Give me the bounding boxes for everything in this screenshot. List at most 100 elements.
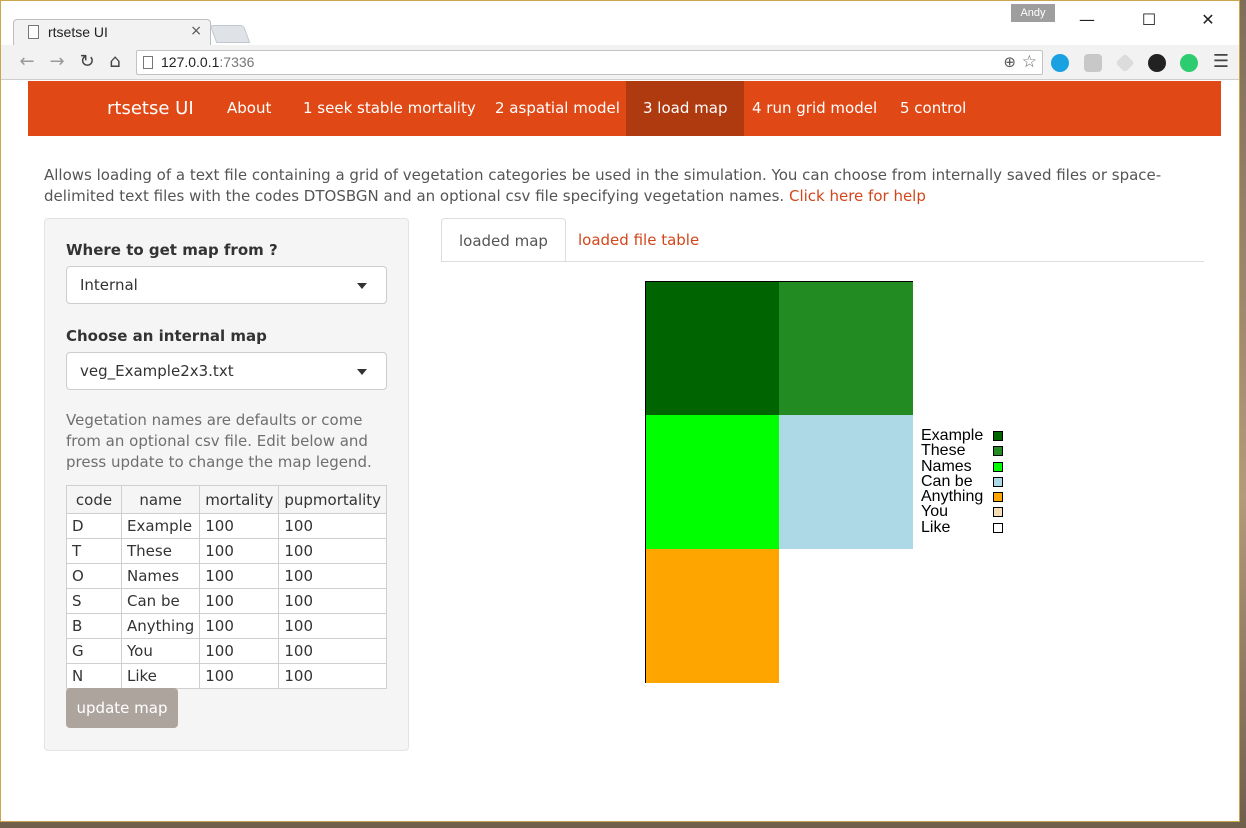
maximize-icon[interactable]: ☐ xyxy=(1129,7,1169,33)
dropbox-extension-icon[interactable] xyxy=(1115,53,1135,73)
table-cell[interactable]: 100 xyxy=(199,563,280,589)
internal-map-select[interactable]: veg_Example2x3.txt xyxy=(66,352,387,390)
legend-label: Can be xyxy=(921,472,973,490)
page-icon xyxy=(28,25,39,39)
profile-badge[interactable]: Andy xyxy=(1011,4,1055,22)
legend-swatch xyxy=(993,492,1003,503)
table-cell[interactable]: 100 xyxy=(199,513,280,539)
table-cell[interactable]: 100 xyxy=(278,563,388,589)
source-select[interactable]: Internal xyxy=(66,266,387,304)
table-cell[interactable]: 100 xyxy=(199,638,280,664)
reload-icon[interactable]: ↻ xyxy=(75,50,99,74)
legend-label: These xyxy=(921,442,966,460)
browser-menu-icon[interactable]: ☰ xyxy=(1213,51,1229,72)
map-cell xyxy=(779,282,913,416)
table-cell[interactable]: You xyxy=(120,638,201,664)
table-cell[interactable]: B xyxy=(66,613,122,639)
column-header: mortality xyxy=(199,485,280,514)
table-cell[interactable]: 100 xyxy=(278,663,388,689)
vegetation-table: code name mortality pupmortality D Exampl… xyxy=(66,485,388,689)
forward-icon[interactable]: → xyxy=(45,50,69,74)
close-tab-icon[interactable]: × xyxy=(190,23,202,39)
image-extension-icon[interactable] xyxy=(1084,54,1102,72)
table-cell[interactable]: 100 xyxy=(278,538,388,564)
map-cell xyxy=(646,415,779,550)
table-row[interactable]: O Names 100 100 xyxy=(66,563,388,589)
table-cell[interactable]: Example xyxy=(120,513,201,539)
table-cell[interactable]: Can be xyxy=(120,588,201,614)
new-tab-button[interactable] xyxy=(209,25,251,43)
table-cell[interactable]: T xyxy=(66,538,122,564)
table-row[interactable]: N Like 100 100 xyxy=(66,663,388,689)
legend-label: Anything xyxy=(921,488,984,506)
home-icon[interactable]: ⌂ xyxy=(103,50,127,74)
legend-swatch xyxy=(993,522,1003,533)
table-row[interactable]: T These 100 100 xyxy=(66,538,388,564)
url-text: 127.0.0.1:7336 xyxy=(161,54,255,70)
table-cell[interactable]: Like xyxy=(120,663,201,689)
column-header: name xyxy=(120,485,201,514)
table-cell[interactable]: N xyxy=(66,663,122,689)
legend-label: Like xyxy=(921,518,951,536)
table-cell[interactable]: S xyxy=(66,588,122,614)
skype-extension-icon[interactable] xyxy=(1051,54,1069,72)
chevron-down-icon xyxy=(357,369,367,375)
table-cell[interactable]: 100 xyxy=(199,588,280,614)
tab-loaded-file-table[interactable]: loaded file table xyxy=(561,218,716,262)
app-navbar: rtsetse UI About 1 seek stable mortality… xyxy=(28,81,1221,136)
update-map-button[interactable]: update map xyxy=(66,688,178,728)
table-row[interactable]: B Anything 100 100 xyxy=(66,613,388,639)
table-row[interactable]: D Example 100 100 xyxy=(66,513,388,539)
back-icon[interactable]: ← xyxy=(15,50,39,74)
minimize-icon[interactable]: — xyxy=(1067,7,1107,33)
table-cell[interactable]: Names xyxy=(120,563,201,589)
table-cell[interactable]: 100 xyxy=(199,538,280,564)
legend-label: Example xyxy=(921,427,984,444)
table-cell[interactable]: 100 xyxy=(278,588,388,614)
address-bar[interactable]: 127.0.0.1:7336 ⊕ ☆ xyxy=(136,50,1043,75)
table-cell[interactable]: 100 xyxy=(199,613,280,639)
nav-run-grid-model[interactable]: 4 run grid model xyxy=(735,81,894,136)
table-cell[interactable]: 100 xyxy=(199,663,280,689)
grammarly-extension-icon[interactable] xyxy=(1180,54,1198,72)
close-window-icon[interactable]: ✕ xyxy=(1188,7,1228,33)
tab-title: rtsetse UI xyxy=(48,24,108,40)
browser-tab[interactable]: rtsetse UI × xyxy=(13,19,211,45)
browser-toolbar: ← → ↻ ⌂ 127.0.0.1:7336 ⊕ ☆ ☰ xyxy=(1,45,1239,80)
source-label: Where to get map from ? xyxy=(66,241,278,259)
nav-seek-stable-mortality[interactable]: 1 seek stable mortality xyxy=(286,81,493,136)
bookmark-star-icon[interactable]: ☆ xyxy=(1022,52,1037,72)
camera-extension-icon[interactable] xyxy=(1148,54,1166,72)
internal-map-label: Choose an internal map xyxy=(66,327,267,345)
legend-label: Names xyxy=(921,457,972,475)
table-cell[interactable]: 100 xyxy=(278,638,388,664)
legend-swatch xyxy=(993,507,1003,518)
table-cell[interactable]: O xyxy=(66,563,122,589)
tab-loaded-map[interactable]: loaded map xyxy=(441,218,566,262)
help-link[interactable]: Click here for help xyxy=(789,187,926,205)
table-row[interactable]: G You 100 100 xyxy=(66,638,388,664)
table-row[interactable]: S Can be 100 100 xyxy=(66,588,388,614)
map-cell xyxy=(646,548,779,683)
table-cell[interactable]: These xyxy=(120,538,201,564)
table-cell[interactable]: G xyxy=(66,638,122,664)
tab-strip: rtsetse UI × Andy — ☐ ✕ xyxy=(1,1,1239,45)
nav-load-map[interactable]: 3 load map xyxy=(626,81,745,136)
table-cell[interactable]: 100 xyxy=(278,513,388,539)
table-cell[interactable]: Anything xyxy=(120,613,201,639)
table-cell[interactable]: D xyxy=(66,513,122,539)
zoom-icon[interactable]: ⊕ xyxy=(1003,53,1016,71)
nav-control[interactable]: 5 control xyxy=(883,81,983,136)
table-cell[interactable]: 100 xyxy=(278,613,388,639)
column-header: code xyxy=(66,485,122,514)
app-brand[interactable]: rtsetse UI xyxy=(107,98,194,119)
map-source-panel: Where to get map from ? Internal Choose … xyxy=(44,218,409,751)
page-info-icon xyxy=(143,56,153,69)
vegetation-map xyxy=(645,281,913,683)
browser-window: rtsetse UI × Andy — ☐ ✕ ← → ↻ ⌂ 127.0.0.… xyxy=(0,0,1240,822)
legend-label: You xyxy=(921,503,948,521)
map-cell xyxy=(779,415,913,550)
nav-about[interactable]: About xyxy=(210,81,288,136)
tabs-divider xyxy=(441,261,1204,262)
nav-aspatial-model[interactable]: 2 aspatial model xyxy=(478,81,637,136)
